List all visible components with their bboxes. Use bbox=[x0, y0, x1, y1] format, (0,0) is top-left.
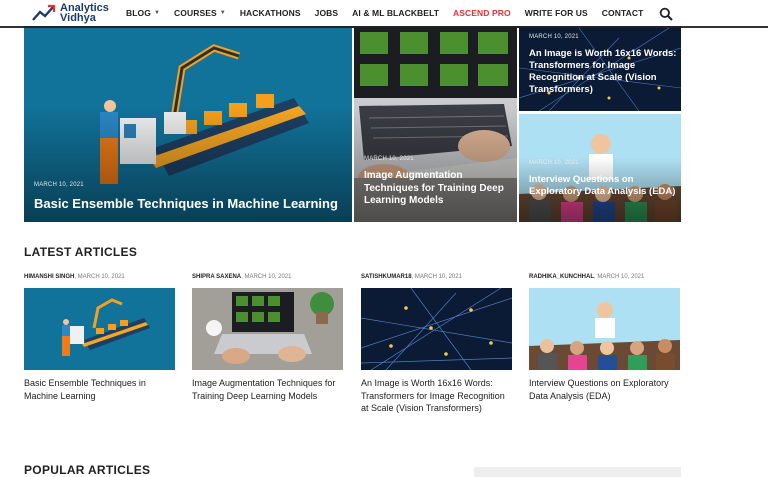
logo-chart-icon bbox=[32, 4, 56, 21]
article-date: MARCH 10, 2021 bbox=[529, 160, 579, 166]
featured-article-eda-interview[interactable]: MARCH 10, 2021 Interview Questions on Ex… bbox=[519, 114, 681, 222]
nav-write-for-us[interactable]: WRITE FOR US bbox=[525, 8, 588, 18]
sidebar-widget bbox=[474, 467, 681, 477]
top-navbar: Analytics Vidhya BLOG ▼ COURSES ▼ HACKATHO… bbox=[24, 0, 681, 28]
nav-contact-label: CONTACT bbox=[601, 8, 644, 18]
article-date: , MARCH 10, 2021 bbox=[594, 274, 645, 280]
author-link[interactable]: RADHIKA_KUNCHHAL bbox=[529, 274, 594, 280]
nav-courses-label: COURSES bbox=[174, 8, 217, 18]
article-date: , MARCH 10, 2021 bbox=[241, 274, 292, 280]
nav-jobs[interactable]: JOBS bbox=[315, 8, 339, 18]
chevron-down-icon: ▼ bbox=[219, 10, 226, 16]
author-link[interactable]: SHIPRA SAXENA bbox=[192, 274, 241, 280]
nav-hackathons[interactable]: HACKATHONS bbox=[240, 8, 301, 18]
article-meta: SHIPRA SAXENA, MARCH 10, 2021 bbox=[192, 274, 343, 284]
nav-blog[interactable]: BLOG ▼ bbox=[126, 8, 160, 18]
nav-write-for-us-label: WRITE FOR US bbox=[524, 8, 588, 18]
nav-courses[interactable]: COURSES ▼ bbox=[174, 8, 226, 18]
interview-thumbnail bbox=[529, 288, 680, 370]
article-date: , MARCH 10, 2021 bbox=[411, 274, 462, 280]
article-date: MARCH 10, 2021 bbox=[34, 182, 84, 188]
nav-hackathons-label: HACKATHONS bbox=[239, 8, 301, 18]
nav-ascend-pro-label: ASCEND PRO bbox=[453, 8, 511, 18]
article-title[interactable]: An Image is Worth 16x16 Words: Transform… bbox=[529, 48, 677, 96]
article-date: MARCH 10, 2021 bbox=[529, 34, 579, 40]
nav-blackbelt[interactable]: AI & ML BLACKBELT bbox=[352, 8, 439, 18]
article-thumbnail[interactable] bbox=[24, 288, 175, 370]
author-link[interactable]: HIMANSHI SINGH bbox=[24, 274, 74, 280]
main-nav: BLOG ▼ COURSES ▼ HACKATHONS JOBS AI & ML B… bbox=[126, 0, 657, 27]
featured-grid: MARCH 10, 2021 Basic Ensemble Techniques… bbox=[24, 28, 681, 222]
article-thumbnail[interactable] bbox=[192, 288, 343, 370]
nav-contact[interactable]: CONTACT bbox=[602, 8, 644, 18]
laptop-thumbnail bbox=[192, 288, 343, 370]
latest-article-card[interactable]: SHIPRA SAXENA, MARCH 10, 2021 Image Augm… bbox=[192, 274, 343, 401]
nav-ascend-pro[interactable]: ASCEND PRO bbox=[453, 8, 511, 18]
article-title[interactable]: Image Augmentation Techniques for Traini… bbox=[192, 377, 343, 402]
author-link[interactable]: SATISHKUMAR18 bbox=[361, 274, 412, 280]
nav-blackbelt-label: AI & ML BLACKBELT bbox=[352, 8, 440, 18]
article-title[interactable]: An Image is Worth 16x16 Words: Transform… bbox=[361, 377, 512, 415]
article-title[interactable]: Basic Ensemble Techniques in Machine Lea… bbox=[24, 377, 175, 402]
nav-jobs-label: JOBS bbox=[314, 8, 339, 18]
popular-articles-heading: POPULAR ARTICLES bbox=[24, 463, 151, 477]
network-thumbnail bbox=[361, 288, 512, 370]
article-date: MARCH 10, 2021 bbox=[364, 156, 414, 162]
chevron-down-icon: ▼ bbox=[153, 10, 161, 16]
article-date: , MARCH 10, 2021 bbox=[74, 274, 125, 280]
search-icon[interactable] bbox=[659, 7, 673, 21]
logo-text-line2: Vidhya bbox=[60, 12, 96, 24]
robot-arm-thumbnail bbox=[24, 288, 175, 370]
nav-blog-label: BLOG bbox=[126, 8, 151, 18]
latest-article-card[interactable]: HIMANSHI SINGH, MARCH 10, 2021 Basic Ens… bbox=[24, 274, 175, 401]
article-meta: HIMANSHI SINGH, MARCH 10, 2021 bbox=[24, 274, 175, 284]
latest-article-card[interactable]: SATISHKUMAR18, MARCH 10, 2021 An Image i… bbox=[361, 274, 512, 413]
article-meta: SATISHKUMAR18, MARCH 10, 2021 bbox=[361, 274, 512, 284]
featured-article-main[interactable]: MARCH 10, 2021 Basic Ensemble Techniques… bbox=[24, 28, 352, 222]
article-thumbnail[interactable] bbox=[529, 288, 680, 370]
featured-article-image-augmentation[interactable]: MARCH 10, 2021 Image Augmentation Techni… bbox=[354, 28, 517, 222]
article-thumbnail[interactable] bbox=[361, 288, 512, 370]
article-title[interactable]: Interview Questions on Exploratory Data … bbox=[529, 377, 680, 402]
latest-articles-heading: LATEST ARTICLES bbox=[24, 245, 138, 259]
article-title[interactable]: Basic Ensemble Techniques in Machine Lea… bbox=[34, 196, 344, 212]
article-meta: RADHIKA_KUNCHHAL, MARCH 10, 2021 bbox=[529, 274, 680, 284]
featured-article-vision-transformers[interactable]: MARCH 10, 2021 An Image is Worth 16x16 W… bbox=[519, 28, 681, 111]
latest-article-card[interactable]: RADHIKA_KUNCHHAL, MARCH 10, 2021 Intervi… bbox=[529, 274, 680, 401]
article-title[interactable]: Interview Questions on Exploratory Data … bbox=[529, 174, 677, 198]
site-logo[interactable]: Analytics Vidhya bbox=[24, 0, 124, 27]
article-title[interactable]: Image Augmentation Techniques for Traini… bbox=[364, 170, 512, 208]
